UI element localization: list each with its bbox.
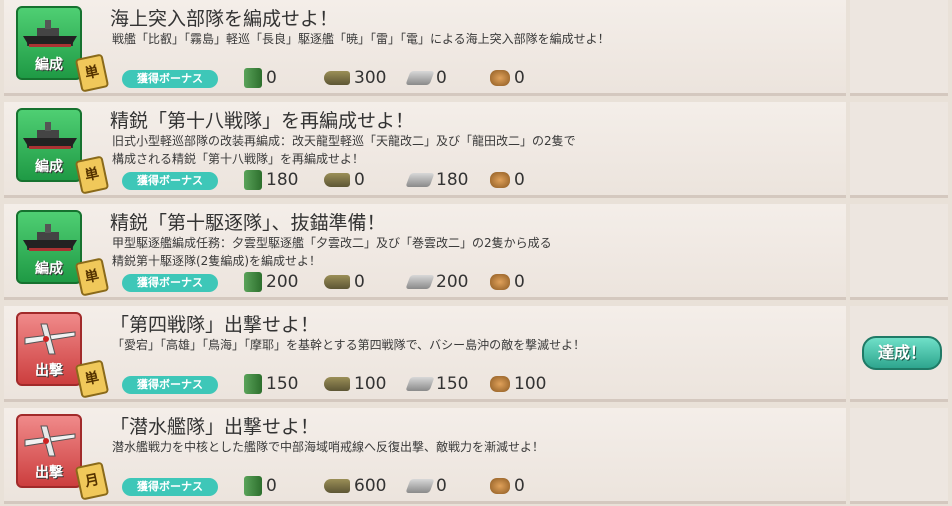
quest-row[interactable]: 出撃 月 「潜水艦隊」出撃せよ！ 潜水艦戦力を中核とした艦隊で中部海域哨戒線へ反… bbox=[4, 408, 846, 504]
frequency-badge: 単 bbox=[74, 53, 110, 93]
fuel-reward: 180 bbox=[244, 168, 298, 192]
frequency-badge: 単 bbox=[74, 359, 110, 399]
fuel-icon bbox=[244, 170, 262, 190]
category-badge-organize: 編成 bbox=[16, 6, 82, 80]
ammo-icon bbox=[324, 173, 350, 187]
quest-description: 潜水艦戦力を中核とした艦隊で中部海域哨戒線へ反復出撃、敵戦力を漸減せよ！ bbox=[112, 440, 545, 454]
achieved-badge[interactable]: 達成！ bbox=[862, 336, 942, 370]
battleship-icon bbox=[23, 122, 77, 149]
quest-description: 戦艦「比叡」「霧島」軽巡「長良」駆逐艦「暁」「雷」「電」による海上突入部隊を編成… bbox=[112, 32, 610, 46]
steel-reward: 180 bbox=[405, 168, 468, 192]
steel-reward: 0 bbox=[405, 66, 447, 90]
bauxite-icon bbox=[490, 376, 510, 392]
category-badge-sortie: 出撃 bbox=[16, 414, 82, 488]
bauxite-reward: 0 bbox=[490, 66, 525, 90]
fuel-reward: 0 bbox=[244, 66, 277, 90]
bauxite-reward: 0 bbox=[490, 168, 525, 192]
frequency-badge: 単 bbox=[74, 257, 110, 297]
category-label: 編成 bbox=[35, 261, 63, 277]
quest-description: 甲型駆逐艦編成任務：夕雲型駆逐艦「夕雲改二」及び「巻雲改二」の2隻から成る 精鋭第… bbox=[112, 236, 552, 268]
bonus-label: 獲得ボーナス bbox=[122, 376, 218, 394]
ammo-icon bbox=[324, 275, 350, 289]
steel-reward: 200 bbox=[405, 270, 468, 294]
bonus-label: 獲得ボーナス bbox=[122, 478, 218, 496]
quest-title: 精鋭「第十駆逐隊」、抜錨準備！ bbox=[110, 212, 386, 234]
fuel-icon bbox=[244, 476, 262, 496]
fuel-icon bbox=[244, 68, 262, 88]
steel-icon bbox=[405, 275, 435, 289]
quest-row[interactable]: 出撃 単 「第四戦隊」出撃せよ！ 「愛宕」「高雄」「鳥海」「摩耶」を基幹とする第… bbox=[4, 306, 846, 402]
steel-reward: 150 bbox=[405, 372, 468, 396]
fuel-reward: 0 bbox=[244, 474, 277, 498]
bauxite-icon bbox=[490, 172, 510, 188]
category-label: 編成 bbox=[35, 57, 63, 73]
steel-icon bbox=[405, 71, 435, 85]
bonus-label: 獲得ボーナス bbox=[122, 274, 218, 292]
category-badge-sortie: 出撃 bbox=[16, 312, 82, 386]
bauxite-icon bbox=[490, 274, 510, 290]
quest-title: 「潜水艦隊」出撃せよ！ bbox=[110, 416, 320, 438]
ammo-reward: 100 bbox=[324, 372, 386, 396]
bauxite-icon bbox=[490, 70, 510, 86]
quest-row[interactable]: 編成 単 海上突入部隊を編成せよ！ 戦艦「比叡」「霧島」軽巡「長良」駆逐艦「暁」… bbox=[4, 0, 846, 96]
frequency-badge: 単 bbox=[74, 155, 110, 195]
ammo-reward: 0 bbox=[324, 168, 365, 192]
quest-row[interactable]: 編成 単 精鋭「第十八戦隊」を再編成せよ！ 旧式小型軽巡部隊の改装再編成：改天龍… bbox=[4, 102, 846, 198]
ammo-icon bbox=[324, 71, 350, 85]
status-slot bbox=[850, 102, 948, 198]
plane-icon bbox=[24, 323, 76, 355]
ammo-reward: 300 bbox=[324, 66, 386, 90]
ammo-reward: 600 bbox=[324, 474, 386, 498]
ammo-icon bbox=[324, 479, 350, 493]
category-label: 編成 bbox=[35, 159, 63, 175]
battleship-icon bbox=[23, 20, 77, 47]
category-label: 出撃 bbox=[35, 465, 63, 481]
status-slot bbox=[850, 0, 948, 96]
category-badge-organize: 編成 bbox=[16, 210, 82, 284]
quest-description: 旧式小型軽巡部隊の改装再編成：改天龍型軽巡「天龍改二」及び「龍田改二」の2隻で構… bbox=[112, 134, 576, 166]
steel-icon bbox=[405, 479, 435, 493]
ammo-icon bbox=[324, 377, 350, 391]
quest-description: 「愛宕」「高雄」「鳥海」「摩耶」を基幹とする第四戦隊で、バシー島沖の敵を撃滅せよ… bbox=[112, 338, 586, 352]
bauxite-reward: 0 bbox=[490, 474, 525, 498]
quest-title: 海上突入部隊を編成せよ！ bbox=[110, 8, 339, 30]
frequency-badge: 月 bbox=[74, 461, 110, 501]
fuel-reward: 150 bbox=[244, 372, 298, 396]
plane-icon bbox=[24, 425, 76, 457]
fuel-icon bbox=[244, 272, 262, 292]
category-label: 出撃 bbox=[35, 363, 63, 379]
status-slot bbox=[850, 204, 948, 300]
bonus-label: 獲得ボーナス bbox=[122, 70, 218, 88]
steel-icon bbox=[405, 173, 435, 187]
category-badge-organize: 編成 bbox=[16, 108, 82, 182]
quest-row[interactable]: 編成 単 精鋭「第十駆逐隊」、抜錨準備！ 甲型駆逐艦編成任務：夕雲型駆逐艦「夕雲… bbox=[4, 204, 846, 300]
status-slot bbox=[850, 408, 948, 504]
bauxite-icon bbox=[490, 478, 510, 494]
bauxite-reward: 100 bbox=[490, 372, 546, 396]
fuel-reward: 200 bbox=[244, 270, 298, 294]
steel-reward: 0 bbox=[405, 474, 447, 498]
battleship-icon bbox=[23, 224, 77, 251]
bonus-label: 獲得ボーナス bbox=[122, 172, 218, 190]
quest-title: 「第四戦隊」出撃せよ！ bbox=[110, 314, 320, 336]
quest-title: 精鋭「第十八戦隊」を再編成せよ！ bbox=[110, 110, 415, 132]
steel-icon bbox=[405, 377, 435, 391]
bauxite-reward: 0 bbox=[490, 270, 525, 294]
fuel-icon bbox=[244, 374, 262, 394]
ammo-reward: 0 bbox=[324, 270, 365, 294]
